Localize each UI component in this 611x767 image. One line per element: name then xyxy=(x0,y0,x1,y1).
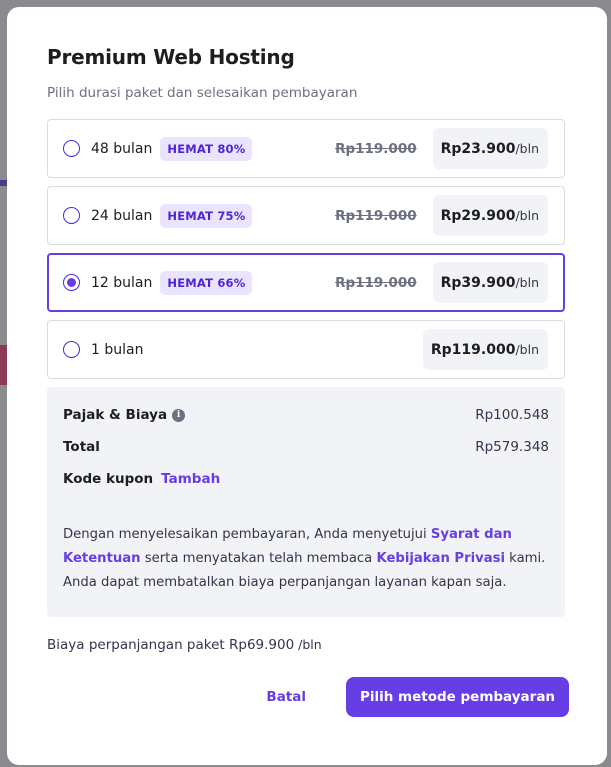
tax-label: Pajak & Biaya xyxy=(63,407,168,423)
plan-price: Rp39.900 xyxy=(440,274,516,291)
plan-option-12[interactable]: 12 bulan HEMAT 66% Rp119.000 Rp39.900/bl… xyxy=(47,253,565,312)
modal-subtitle: Pilih durasi paket dan selesaikan pembay… xyxy=(47,85,358,101)
radio-button[interactable] xyxy=(63,140,80,157)
plan-price: Rp29.900 xyxy=(440,207,516,224)
terms-text: Dengan menyelesaikan pembayaran, Anda me… xyxy=(63,527,546,590)
plan-duration: 48 bulan xyxy=(91,140,153,157)
discount-badge: HEMAT 75% xyxy=(160,203,253,228)
renewal-text: Biaya perpanjangan paket Rp69.900 xyxy=(47,637,295,653)
renewal-period: /bln xyxy=(294,637,322,652)
price-box: Rp119.000/bln xyxy=(422,329,548,370)
privacy-link[interactable]: Kebijakan Privasi xyxy=(376,551,505,566)
discount-badge: HEMAT 80% xyxy=(160,136,253,161)
modal-actions: Batal Pilih metode pembayaran xyxy=(266,677,569,717)
order-summary: Pajak & Biaya i Rp100.548 Total Rp579.34… xyxy=(47,387,565,617)
plan-price: Rp119.000 xyxy=(430,341,516,358)
discount-badge: HEMAT 66% xyxy=(160,270,253,295)
plan-duration: 1 bulan xyxy=(91,341,144,358)
price-period: /bln xyxy=(515,141,539,156)
plan-option-1[interactable]: 1 bulan Rp119.000/bln xyxy=(47,320,565,379)
original-price: Rp119.000 xyxy=(335,274,417,291)
renewal-info: Biaya perpanjangan paket Rp69.900 /bln xyxy=(47,637,567,653)
plan-list: 48 bulan HEMAT 80% Rp119.000 Rp23.900/bl… xyxy=(47,119,567,379)
tax-value: Rp100.548 xyxy=(475,407,549,423)
plan-option-24[interactable]: 24 bulan HEMAT 75% Rp119.000 Rp29.900/bl… xyxy=(47,186,565,245)
coupon-row: Kode kupon Tambah xyxy=(63,469,549,489)
plan-duration: 24 bulan xyxy=(91,207,153,224)
plan-price: Rp23.900 xyxy=(440,140,516,157)
add-coupon-link[interactable]: Tambah xyxy=(161,471,220,487)
info-icon[interactable]: i xyxy=(172,408,186,422)
total-value: Rp579.348 xyxy=(475,439,549,455)
total-row: Total Rp579.348 xyxy=(63,437,549,457)
price-box: Rp39.900/bln xyxy=(432,262,548,303)
radio-button[interactable] xyxy=(63,207,80,224)
modal-title: Premium Web Hosting xyxy=(47,45,295,69)
choose-payment-button[interactable]: Pilih metode pembayaran xyxy=(346,677,569,717)
plan-duration: 12 bulan xyxy=(91,274,153,291)
plan-option-48[interactable]: 48 bulan HEMAT 80% Rp119.000 Rp23.900/bl… xyxy=(47,119,565,178)
price-box: Rp23.900/bln xyxy=(432,128,548,169)
tax-row: Pajak & Biaya i Rp100.548 xyxy=(63,405,549,425)
radio-button[interactable] xyxy=(63,341,80,358)
original-price: Rp119.000 xyxy=(335,207,417,224)
coupon-label: Kode kupon xyxy=(63,471,154,487)
price-box: Rp29.900/bln xyxy=(432,195,548,236)
price-period: /bln xyxy=(515,208,539,223)
price-period: /bln xyxy=(515,275,539,290)
original-price: Rp119.000 xyxy=(335,140,417,157)
price-period: /bln xyxy=(515,342,539,357)
radio-dot xyxy=(67,278,76,287)
cancel-button[interactable]: Batal xyxy=(266,689,306,705)
total-label: Total xyxy=(63,439,100,455)
checkout-modal: Premium Web Hosting Pilih durasi paket d… xyxy=(7,7,607,765)
radio-button-selected[interactable] xyxy=(63,274,80,291)
